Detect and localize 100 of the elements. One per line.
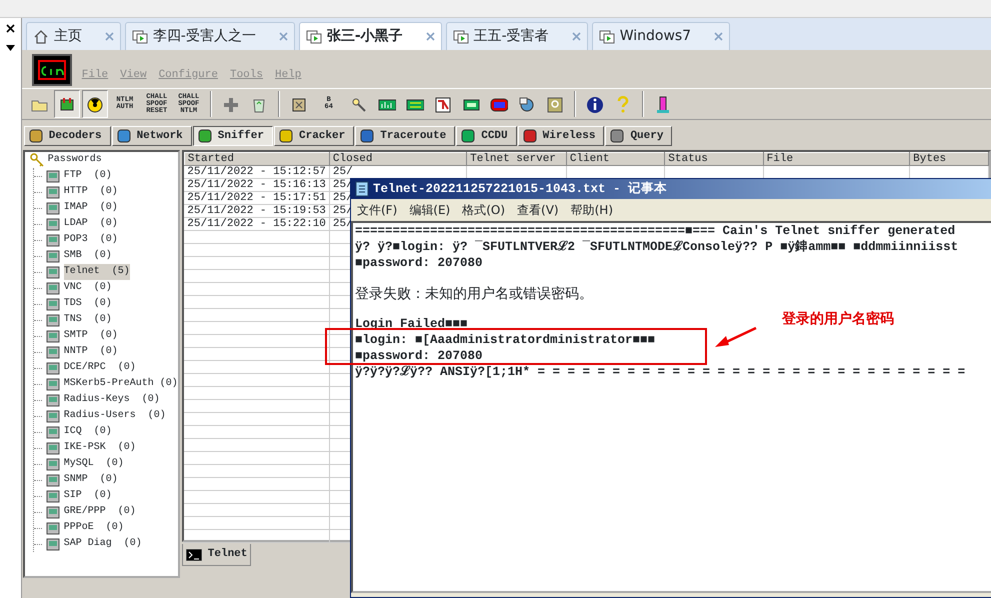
table-cell: 25/11/2022 - 15:22:10 — [184, 218, 330, 230]
protocol-icon — [44, 168, 61, 184]
tree-item[interactable]: IKE-PSK (0) — [64, 440, 136, 456]
tree-item[interactable]: Radius-Users (0) — [64, 408, 166, 424]
arrow — [714, 326, 758, 348]
tree-item[interactable]: DCE/RPC (0) — [64, 360, 136, 376]
tab-icon — [610, 129, 624, 143]
text-line: Login Failed■■■ — [355, 316, 468, 332]
tree-item[interactable]: Passwords — [48, 152, 102, 168]
tree-item[interactable]: IMAP (0) — [64, 200, 118, 216]
tree-item[interactable]: SMB (0) — [64, 248, 112, 264]
tree-item[interactable]: POP3 (0) — [64, 232, 118, 248]
close-icon — [104, 32, 114, 41]
rdp-icon — [434, 95, 452, 113]
tree-item[interactable]: GRE/PPP (0) — [64, 504, 136, 520]
tab[interactable]: Traceroute — [355, 126, 456, 146]
tab-icon — [198, 129, 212, 143]
tree-item[interactable]: SAP Diag (0) — [64, 536, 142, 552]
tab[interactable]: Cracker — [274, 126, 354, 146]
tree-item[interactable]: LDAP (0) — [64, 216, 118, 232]
tab[interactable]: Decoders — [24, 126, 111, 146]
tree-item[interactable]: Telnet (5) — [64, 264, 130, 280]
protocol-icon — [44, 376, 61, 392]
vm-tab[interactable]: 张三-小黑子 — [298, 22, 442, 50]
protocol-icon — [44, 360, 61, 376]
tab[interactable]: Network — [112, 126, 192, 146]
column-header[interactable]: Closed — [329, 152, 467, 166]
tab[interactable]: Wireless — [518, 126, 604, 146]
toolbar-button[interactable] — [54, 90, 80, 118]
app-logo — [32, 54, 72, 86]
protocol-icon — [44, 408, 61, 424]
protocol-icon — [44, 216, 61, 232]
padlock-icon — [546, 95, 564, 113]
column-header[interactable]: Bytes — [910, 152, 988, 166]
tab-icon — [116, 129, 131, 143]
protocol-icon — [44, 248, 61, 264]
column-header[interactable]: File — [763, 152, 910, 166]
home-icon — [32, 28, 49, 44]
terminal-icon — [186, 548, 202, 560]
caret-icon[interactable] — [6, 45, 15, 51]
close-icon — [714, 32, 724, 41]
tab[interactable]: Query — [605, 126, 672, 146]
keys-icon — [28, 152, 45, 168]
tree-item[interactable]: HTTP (0) — [64, 184, 118, 200]
telnet-tab[interactable]: Telnet — [182, 544, 252, 566]
protocol-icon — [44, 184, 61, 200]
tree-item[interactable]: MSKerb5-PreAuth (0) — [64, 376, 178, 392]
monitor-icon — [132, 28, 148, 44]
menu-item[interactable]: 帮助(H) — [570, 201, 613, 219]
plus-icon — [222, 95, 240, 113]
monitor-icon — [452, 28, 469, 44]
protocol-icon — [44, 280, 61, 296]
tree-item[interactable]: PPPoE (0) — [64, 520, 124, 536]
protocol-icon — [44, 232, 61, 248]
tab-icon — [279, 129, 293, 143]
info-icon — [586, 95, 604, 113]
tree-item[interactable]: TDS (0) — [64, 296, 112, 312]
tab-icon — [360, 129, 374, 143]
protocol-icon — [44, 536, 61, 552]
toolbar-button[interactable] — [82, 90, 108, 118]
close-icon — [426, 32, 435, 41]
protocol-icon — [44, 504, 61, 520]
tree-item[interactable]: FTP (0) — [64, 168, 112, 184]
monitor-icon — [306, 28, 322, 44]
tab[interactable]: CCDU — [456, 126, 517, 146]
tree-item[interactable]: VNC (0) — [64, 280, 112, 296]
text-line: ÿ? ÿ?■login: ÿ? ¯SFUTLNTVERℒ2 ¯SFUTLNTMODEℒConsoleÿ?? P ■ÿ鋛amm■■ ■ddmmiinniisst — [355, 239, 958, 255]
tree-item[interactable]: TNS (0) — [64, 312, 112, 328]
tree-item[interactable]: Radius-Keys (0) — [64, 392, 160, 408]
table-cell: 25/11/2022 - 15:17:51 — [184, 192, 330, 204]
protocol-icon — [44, 488, 61, 504]
protocol-icon — [44, 440, 61, 456]
protocol-icon — [44, 344, 61, 360]
monitor-icon — [598, 28, 615, 44]
menu-item[interactable]: 查看(V) — [517, 201, 559, 219]
vm-tab[interactable]: 主页 — [26, 22, 121, 50]
protocol-icon — [44, 328, 61, 344]
tab-icon — [28, 129, 43, 143]
vm-tab[interactable]: Windows7 — [592, 22, 730, 50]
column-header[interactable]: Telnet server — [466, 152, 566, 166]
tree-item[interactable]: NNTP (0) — [64, 344, 118, 360]
column-header[interactable]: Started — [184, 152, 330, 166]
annotation-label: 登录的用户名密码 — [782, 310, 894, 329]
tree-item[interactable]: ICQ (0) — [64, 424, 112, 440]
protocol-icon — [44, 456, 61, 472]
text-line: ■login: ■[Aaadministratordministrator■■■ — [355, 332, 656, 348]
vm-tab[interactable]: 王五-受害者 — [446, 22, 588, 50]
tree-item[interactable]: MySQL (0) — [64, 456, 124, 472]
tab-icon — [461, 129, 476, 143]
protocol-icon — [44, 296, 61, 312]
column-header[interactable]: Client — [566, 152, 665, 166]
tree-item[interactable]: SIP (0) — [64, 488, 112, 504]
vm-tab[interactable]: 李四-受害人之一 — [124, 22, 295, 50]
tab[interactable]: Sniffer — [192, 126, 273, 146]
column-header[interactable]: Status — [664, 152, 764, 166]
close-icon[interactable] — [6, 24, 15, 33]
tree-item[interactable]: SMTP (0) — [64, 328, 118, 344]
tree-item[interactable]: SNMP (0) — [64, 472, 118, 488]
notepad-icon — [355, 181, 369, 197]
table-cell: 25/11/2022 - 15:12:57 — [184, 166, 330, 178]
